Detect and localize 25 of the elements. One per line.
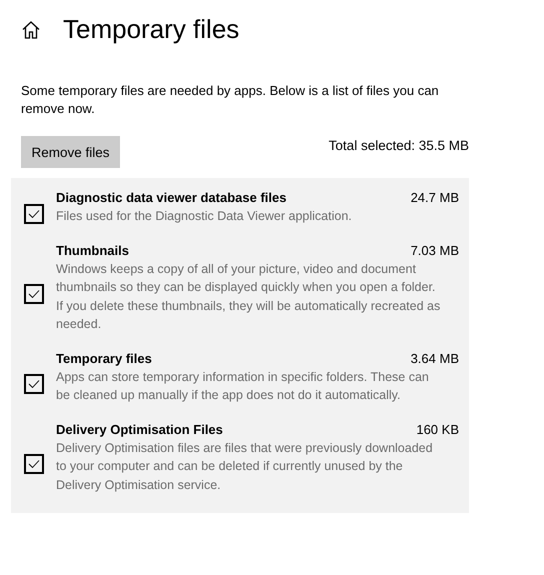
file-category-name: Delivery Optimisation Files: [56, 420, 223, 438]
checkmark-icon: [28, 208, 40, 219]
file-category-description: Windows keeps a copy of all of your picture, video and document thumbnails so they can be displayed quickly when you open a folder. If you delete these thumbnails, they will be automatically recreated as needed.: [56, 260, 441, 333]
file-size: 160 KB: [416, 420, 459, 438]
home-icon[interactable]: [21, 20, 41, 40]
file-size: 7.03 MB: [410, 242, 459, 260]
checkmark-icon: [28, 289, 40, 299]
checkbox[interactable]: [24, 374, 44, 394]
checkbox[interactable]: [24, 204, 44, 224]
checkbox[interactable]: [24, 454, 44, 474]
remove-files-button[interactable]: Remove files: [21, 136, 120, 168]
checkbox[interactable]: [24, 284, 44, 304]
page-description: Some temporary files are needed by apps. Below is a list of files you can remove now.: [21, 82, 440, 118]
file-category-name: Temporary files: [56, 350, 152, 368]
file-size: 3.64 MB: [410, 350, 459, 368]
file-category-description: Delivery Optimisation files are files that were previously downloaded to your computer and can be deleted if currently unused by the Delivery Optimisation service.: [56, 440, 434, 494]
file-category-description: Files used for the Diagnostic Data Viewer application.: [56, 208, 353, 225]
page-title: Temporary files: [63, 14, 240, 45]
file-category-name: Thumbnails: [56, 242, 129, 260]
checkmark-icon: [28, 378, 40, 388]
file-category-name: Diagnostic data viewer database files: [56, 189, 286, 207]
file-size: 24.7 MB: [410, 189, 459, 207]
checkmark-icon: [28, 458, 40, 469]
total-selected: Total selected: 35.5 MB: [328, 138, 469, 153]
file-category-description: Apps can store temporary information in specific folders. These can be cleaned up manually if the app does not do it automatically.: [56, 368, 430, 404]
